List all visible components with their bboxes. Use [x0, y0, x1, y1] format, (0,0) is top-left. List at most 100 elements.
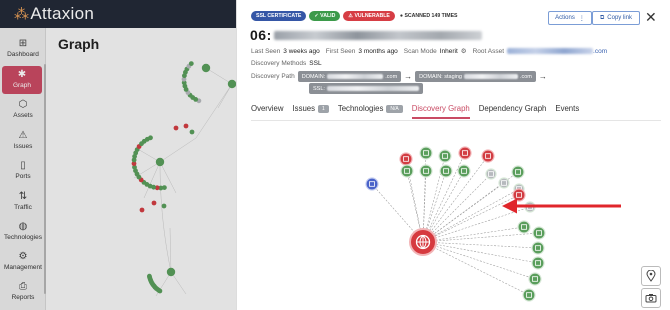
- path-step-prefix: SSL:: [313, 85, 325, 92]
- graph-node[interactable]: [522, 288, 536, 302]
- background-graph-hub-node[interactable]: [155, 157, 165, 167]
- graph-node[interactable]: [438, 149, 452, 163]
- path-step-domain-2[interactable]: DOMAIN: staging .com: [415, 71, 536, 82]
- map-pin-icon: [646, 270, 656, 282]
- graph-edge: [422, 206, 531, 243]
- sidebar-item-label: Ports: [15, 173, 31, 180]
- graph-edge: [422, 241, 536, 280]
- graph-node[interactable]: [512, 188, 526, 202]
- sidebar-item-traffic[interactable]: ⇅ Traffic: [0, 191, 46, 221]
- graph-node[interactable]: [399, 152, 413, 166]
- sidebar-item-label: Reports: [11, 294, 35, 301]
- asset-title-prefix: 06:: [250, 27, 272, 43]
- background-graph-node[interactable]: [173, 125, 179, 131]
- graph-edge: [422, 241, 530, 296]
- sidebar-item-reports[interactable]: ⎙ Reports: [0, 281, 46, 310]
- graph-node[interactable]: [419, 164, 433, 178]
- root-asset-suffix[interactable]: .com: [593, 48, 607, 55]
- discovery-methods-label: Discovery Methods: [251, 60, 307, 67]
- close-icon[interactable]: ✕: [645, 9, 657, 26]
- sidebar-item-label: Traffic: [14, 204, 32, 211]
- graph-node[interactable]: [531, 241, 545, 255]
- sidebar-item-label: Graph: [12, 82, 32, 89]
- background-graph-hub-node[interactable]: [227, 79, 236, 89]
- scan-mode-label: Scan Mode: [403, 47, 437, 55]
- background-graph-node[interactable]: [147, 273, 152, 279]
- graph-node[interactable]: [458, 146, 472, 160]
- redacted-domain: [463, 74, 518, 79]
- logo[interactable]: ⁂ Attaxion: [14, 4, 94, 24]
- tab-label: Technologies: [337, 104, 384, 113]
- camera-icon: [645, 294, 657, 303]
- ssl-certificate-badge: SSL CERTIFICATE: [251, 11, 307, 21]
- tab-dependency-graph[interactable]: Dependency Graph: [479, 104, 547, 119]
- graph-node[interactable]: [365, 177, 379, 191]
- background-graph-hub-node[interactable]: [201, 63, 211, 73]
- background-graph-node[interactable]: [139, 207, 145, 213]
- root-asset-link[interactable]: [507, 48, 594, 54]
- gear-icon[interactable]: ⚙: [461, 47, 467, 55]
- graph-node[interactable]: [485, 168, 497, 180]
- path-step-domain-1[interactable]: DOMAIN: .com: [297, 71, 402, 82]
- screenshot-button[interactable]: [641, 288, 661, 308]
- top-bar: ⁂ Attaxion: [0, 0, 236, 28]
- graph-node[interactable]: [532, 226, 546, 240]
- discovery-path-row-2: SSL:: [309, 83, 423, 94]
- vulnerable-badge-label: VULNERABLE: [354, 13, 390, 19]
- graph-node[interactable]: [511, 165, 525, 179]
- sidebar-item-issues[interactable]: ⚠ Issues: [0, 130, 46, 160]
- technologies-icon: ◍: [18, 221, 28, 232]
- graph-edge: [422, 226, 525, 243]
- actions-button[interactable]: Actions ⋮: [548, 11, 592, 25]
- graph-node[interactable]: [400, 164, 414, 178]
- center-node[interactable]: [409, 228, 437, 256]
- tab-issues[interactable]: Issues 1: [293, 104, 329, 119]
- path-step-suffix: .com: [385, 73, 398, 80]
- graph-node[interactable]: [498, 177, 510, 189]
- tab-events[interactable]: Events: [555, 104, 579, 119]
- graph-node[interactable]: [531, 256, 545, 270]
- sidebar-item-label: Management: [4, 264, 42, 271]
- background-graph-node[interactable]: [161, 203, 167, 209]
- tab-label: Discovery Graph: [411, 104, 470, 113]
- graph-node[interactable]: [528, 272, 542, 286]
- background-graph-hub-node[interactable]: [166, 267, 176, 277]
- sidebar: ⊞ Dashboard ✱ Graph ⬡ Assets ⚠ Issues ▯ …: [0, 28, 46, 310]
- technologies-count-badge: N/A: [386, 104, 403, 113]
- graph-node[interactable]: [419, 146, 433, 160]
- root-asset-label: Root Asset: [472, 47, 505, 55]
- assets-icon: ⬡: [18, 99, 28, 110]
- discovery-graph[interactable]: [357, 140, 647, 305]
- tab-label: Issues: [292, 104, 316, 113]
- background-graph-node[interactable]: [151, 200, 157, 206]
- sidebar-item-management[interactable]: ⚙ Management: [0, 251, 46, 281]
- graph-node[interactable]: [517, 220, 531, 234]
- asset-title: 06:: [250, 27, 482, 43]
- sidebar-item-assets[interactable]: ⬡ Assets: [0, 99, 46, 129]
- tab-overview[interactable]: Overview: [251, 104, 284, 119]
- background-graph-node[interactable]: [148, 135, 153, 141]
- path-step-ssl[interactable]: SSL:: [309, 83, 423, 94]
- sidebar-item-ports[interactable]: ▯ Ports: [0, 160, 46, 190]
- tab-discovery-graph[interactable]: Discovery Graph: [411, 104, 470, 119]
- sidebar-item-dashboard[interactable]: ⊞ Dashboard: [0, 38, 46, 68]
- scan-mode-value: Inherit: [439, 47, 458, 55]
- discovery-path-label: Discovery Path: [251, 73, 295, 80]
- tab-technologies[interactable]: Technologies N/A: [338, 104, 403, 119]
- location-pin-button[interactable]: [641, 266, 661, 286]
- sidebar-item-label: Dashboard: [7, 51, 39, 58]
- background-graph-node[interactable]: [183, 123, 189, 129]
- discovery-methods-row: Discovery Methods SSL: [251, 60, 322, 67]
- sidebar-item-graph[interactable]: ✱ Graph: [2, 66, 42, 94]
- graph-node[interactable]: [439, 164, 453, 178]
- copy-link-button[interactable]: ⧉ Copy link: [592, 11, 640, 25]
- redacted-domain: [327, 74, 384, 79]
- background-graph-node[interactable]: [188, 61, 194, 66]
- graph-node[interactable]: [457, 164, 471, 178]
- logo-mark-icon: ⁂: [14, 6, 30, 23]
- background-graph[interactable]: [46, 28, 236, 310]
- path-step-prefix: DOMAIN:: [301, 73, 326, 80]
- graph-node[interactable]: [481, 149, 495, 163]
- sidebar-item-technologies[interactable]: ◍ Technologies: [0, 221, 46, 251]
- background-graph-node[interactable]: [189, 129, 195, 135]
